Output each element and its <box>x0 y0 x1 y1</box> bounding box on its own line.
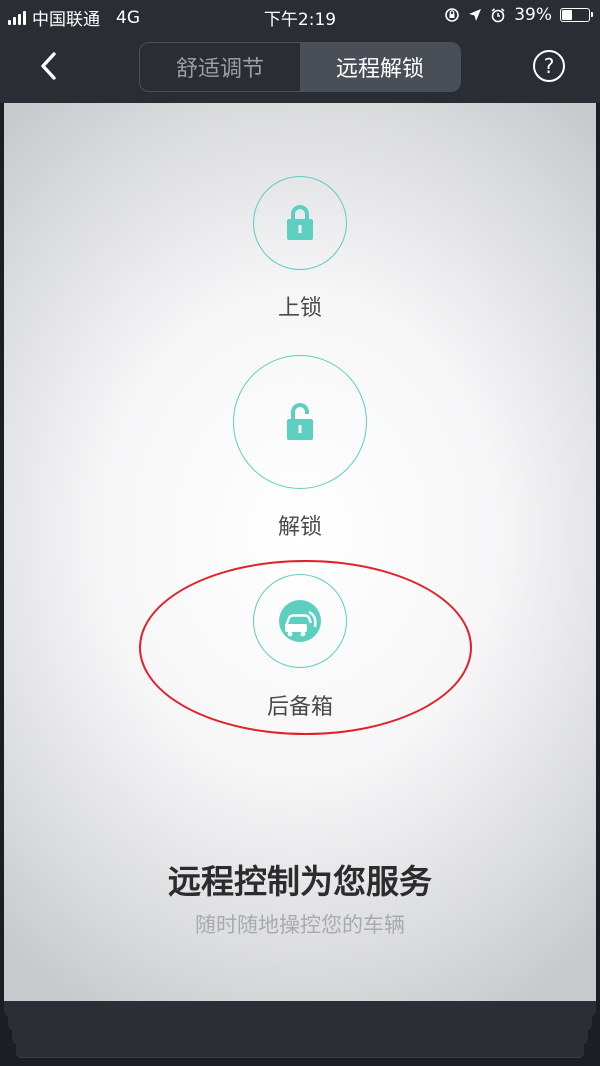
battery-icon <box>560 8 593 22</box>
promo-subtitle: 随时随地操控您的车辆 <box>195 913 405 937</box>
lock-icon <box>287 205 313 240</box>
card-layer <box>4 1001 596 1016</box>
lock-label: 上锁 <box>277 296 322 321</box>
card-layer <box>16 1043 584 1058</box>
help-icon: ? <box>543 54 555 78</box>
trunk-button[interactable] <box>253 574 347 668</box>
unlock-icon <box>287 403 313 440</box>
card-layer <box>8 1015 592 1030</box>
trunk-label: 后备箱 <box>266 695 333 720</box>
unlock-button[interactable] <box>233 355 367 489</box>
status-bar: 中国联通 4G 下午2:19 39% <box>0 0 600 30</box>
promo-title: 远程控制为您服务 <box>168 862 432 901</box>
battery-percent: 39% <box>514 5 552 25</box>
alarm-icon <box>491 8 505 23</box>
card-layer <box>12 1029 588 1044</box>
back-button[interactable] <box>34 50 64 82</box>
unlock-label: 解锁 <box>277 515 322 540</box>
tab-remote-unlock[interactable]: 远程解锁 <box>300 43 460 91</box>
orientation-lock-icon <box>445 8 460 22</box>
card-stack <box>0 1001 600 1066</box>
remote-control-panel: 上锁 解锁 后备箱 远程控制为您服务 随时随地操控您的车辆 <box>4 103 596 1001</box>
status-right: 39% <box>444 5 593 25</box>
tab-comfort[interactable]: 舒适调节 <box>140 43 300 91</box>
tab-switcher: 舒适调节 远程解锁 <box>139 42 461 92</box>
lock-button[interactable] <box>253 176 347 270</box>
nav-bar: 舒适调节 远程解锁 ? <box>0 30 600 103</box>
location-icon <box>469 9 482 21</box>
help-button[interactable]: ? <box>533 50 565 82</box>
chevron-left-icon <box>41 52 56 80</box>
car-trunk-icon <box>279 600 321 642</box>
